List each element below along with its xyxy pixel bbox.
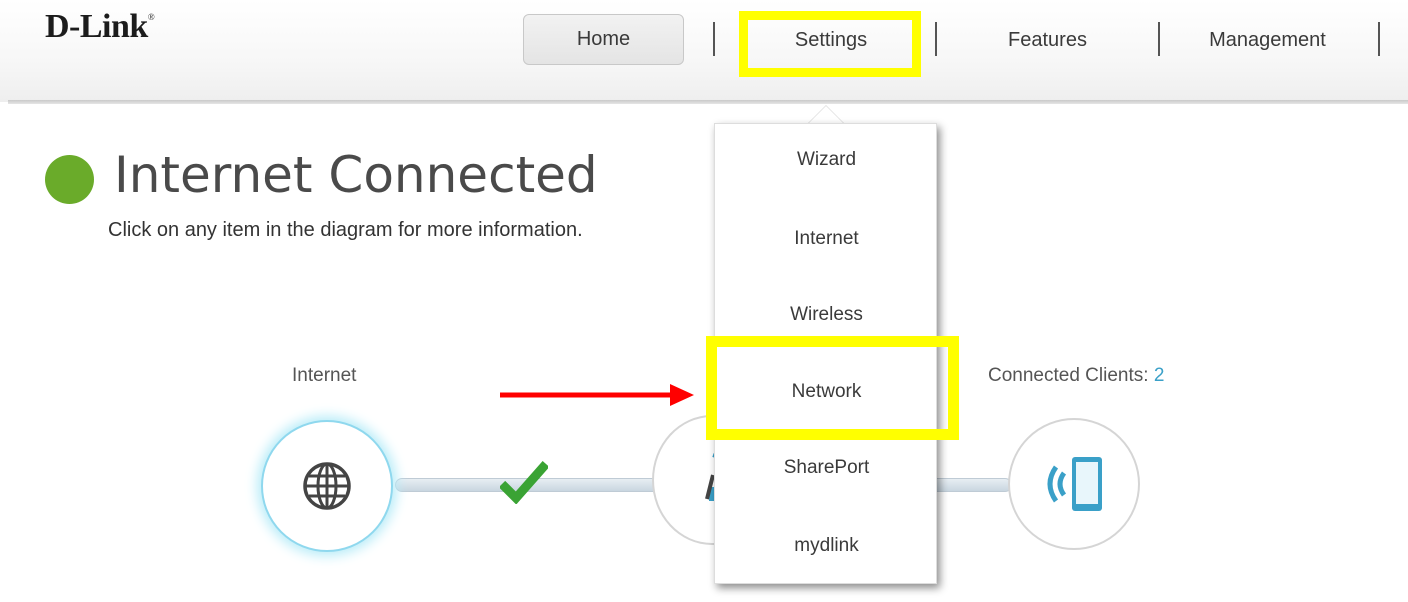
checkmark-icon (500, 461, 548, 504)
nav-home[interactable]: Home (523, 14, 684, 65)
page-subtitle: Click on any item in the diagram for mor… (108, 219, 583, 241)
internet-label: Internet (292, 365, 357, 386)
menu-item-shareport[interactable]: SharePort (715, 457, 938, 479)
globe-icon (303, 462, 351, 510)
clients-count[interactable]: 2 (1154, 365, 1165, 386)
status-indicator-dot (45, 155, 94, 204)
dropdown-pointer (808, 106, 844, 124)
menu-item-mydlink[interactable]: mydlink (715, 535, 938, 557)
nav-divider (1158, 22, 1160, 56)
nav-features[interactable]: Features (960, 14, 1135, 66)
settings-highlight-box (739, 11, 921, 77)
connected-clients-node[interactable] (1008, 418, 1140, 550)
page-title: Internet Connected (114, 146, 598, 204)
header-divider (8, 100, 1408, 104)
menu-item-wireless[interactable]: Wireless (715, 304, 938, 326)
dlink-logo[interactable]: D-Link® (45, 8, 155, 46)
nav-divider (1378, 22, 1380, 56)
tablet-icon (1047, 457, 1102, 511)
nav-management[interactable]: Management (1185, 14, 1350, 66)
network-highlight-box (706, 336, 959, 440)
menu-item-internet[interactable]: Internet (715, 228, 938, 250)
nav-divider (935, 22, 937, 56)
nav-divider (713, 22, 715, 56)
menu-item-wizard[interactable]: Wizard (715, 149, 938, 171)
router-clients-link (930, 478, 1012, 492)
connected-clients-label: Connected Clients: 2 (988, 365, 1165, 386)
internet-node[interactable] (261, 420, 393, 552)
red-arrow-pointer (500, 384, 694, 406)
